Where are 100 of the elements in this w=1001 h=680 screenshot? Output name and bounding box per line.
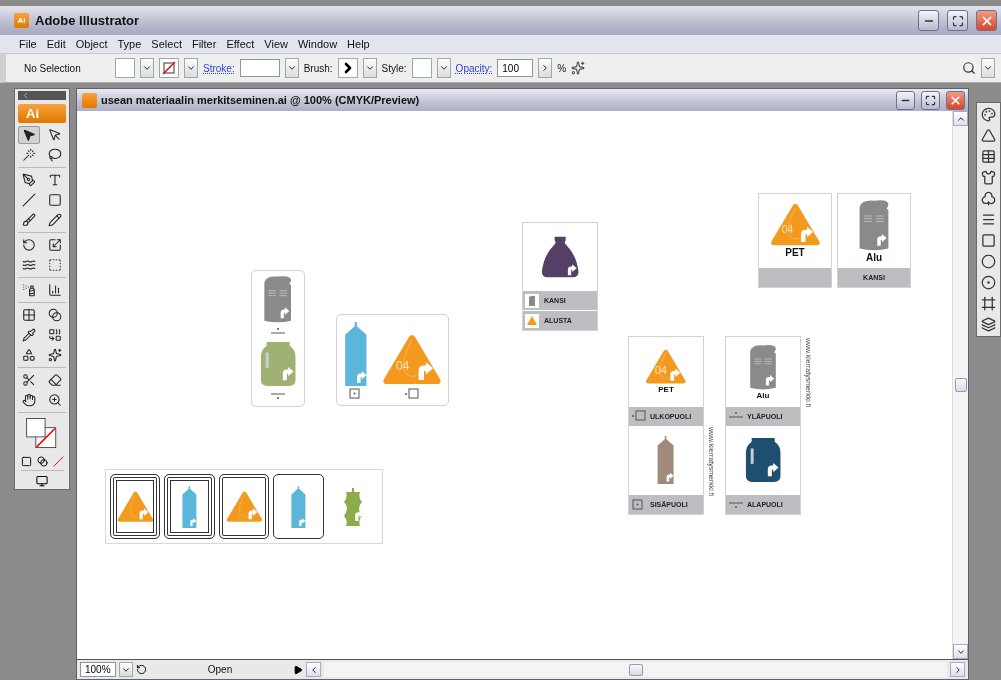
shapes-icon	[22, 347, 36, 362]
triangle-drawing: 04	[382, 334, 443, 386]
scroll-thumb[interactable]	[954, 378, 967, 392]
hand-icon	[22, 392, 36, 407]
arrow-icon	[22, 127, 36, 142]
square-icon[interactable]	[981, 233, 996, 248]
layers-icon[interactable]	[981, 317, 996, 332]
minimize-button[interactable]	[918, 10, 939, 31]
caret-icon	[438, 63, 449, 73]
scroll-thumb[interactable]	[628, 663, 643, 676]
selection-text: No Selection	[24, 62, 82, 74]
carton-drawing	[181, 485, 198, 528]
opacity-link[interactable]: Opacity:	[455, 62, 493, 74]
can-icon	[525, 293, 541, 308]
arrow-button[interactable]	[538, 58, 553, 78]
document-title: usean materiaalin merkitseminen.ai @ 100% (CMYK/Preview)	[101, 94, 421, 106]
zoom-field[interactable]: 100%	[80, 662, 116, 677]
carton-drawing	[656, 435, 676, 484]
screen-mode-icon[interactable]	[34, 474, 50, 487]
status-text: Open	[206, 664, 234, 675]
gradient-icon	[48, 307, 62, 322]
window-title: Adobe Illustrator	[35, 13, 140, 28]
sack-drawing	[539, 234, 581, 279]
menu-item[interactable]: Select	[146, 38, 187, 50]
rotate-icon[interactable]	[136, 664, 147, 675]
horizontal-scrollbar[interactable]	[324, 662, 947, 677]
blend-icon	[48, 327, 62, 342]
zoom-icon	[48, 392, 62, 407]
menu-item[interactable]: Edit	[41, 38, 71, 50]
maximize-button[interactable]	[947, 10, 968, 31]
square-icon	[404, 387, 421, 401]
bridge-icon[interactable]	[962, 61, 976, 75]
caret-icon	[142, 63, 152, 73]
hollow-arrow-icon	[48, 127, 62, 142]
dashed-square-icon	[48, 257, 62, 272]
style-swatch[interactable]	[411, 58, 432, 78]
scroll-left-button[interactable]	[306, 662, 321, 677]
triangle-drawing: 04	[645, 348, 687, 385]
shirt-icon[interactable]	[981, 170, 996, 185]
sparkle-icon	[48, 347, 62, 362]
tag-bar	[759, 268, 831, 287]
eraser-icon	[48, 372, 62, 387]
palette-icon[interactable]	[981, 107, 996, 122]
close-button[interactable]	[946, 90, 965, 110]
scissors-icon	[22, 372, 36, 387]
line-icon	[22, 192, 36, 207]
triangle-drawing: 04	[769, 203, 821, 247]
carton-drawing	[290, 485, 307, 528]
close-button[interactable]	[976, 10, 997, 31]
menu-item[interactable]: File	[14, 38, 42, 50]
menu-item[interactable]: View	[259, 38, 293, 50]
club-icon[interactable]	[981, 191, 996, 206]
opacity-field[interactable]: 100	[497, 59, 534, 77]
collapse-icon[interactable]	[21, 91, 30, 101]
type-icon	[48, 172, 62, 187]
jar-drawing	[743, 435, 783, 484]
minimize-button[interactable]	[896, 90, 915, 110]
file-icon	[82, 92, 97, 108]
menu-item[interactable]: Effect	[221, 38, 260, 50]
scroll-down-button[interactable]	[953, 644, 968, 659]
brush-icon	[22, 212, 36, 227]
select-similar-icon[interactable]	[571, 61, 586, 75]
maximize-button[interactable]	[921, 90, 940, 110]
swatch-grid-icon[interactable]	[981, 149, 996, 164]
spray-can-icon	[22, 282, 36, 297]
pencil-icon	[48, 212, 62, 227]
scroll-up-button[interactable]	[953, 111, 968, 126]
square-icon	[631, 409, 647, 423]
eyedropper-icon	[22, 327, 36, 342]
play-icon[interactable]	[293, 664, 303, 675]
caret-icon	[286, 63, 297, 73]
percent-sign: %	[557, 62, 567, 74]
scroll-right-button[interactable]	[950, 662, 965, 677]
tool-button[interactable]	[18, 125, 40, 144]
stroke-link[interactable]: Stroke:	[203, 62, 235, 74]
target-icon[interactable]	[981, 275, 996, 290]
menu-item[interactable]: Filter	[186, 38, 222, 50]
vertical-scrollbar[interactable]	[952, 111, 968, 659]
bar-chart-icon	[48, 282, 62, 297]
stroke-swatch[interactable]	[159, 58, 179, 78]
pen-icon	[22, 172, 36, 187]
gradient-mode-icon[interactable]	[36, 455, 48, 467]
menu-item[interactable]: Type	[112, 38, 147, 50]
circle-icon[interactable]	[981, 254, 996, 269]
menu-item[interactable]: Help	[342, 38, 375, 50]
frame-icon[interactable]	[981, 296, 996, 311]
lines-icon[interactable]	[981, 212, 996, 227]
carton-drawing	[342, 322, 369, 386]
app-logo: Ai	[14, 13, 29, 28]
warp-icon	[22, 257, 36, 272]
color-mode-icon[interactable]	[20, 455, 32, 467]
caret-icon	[983, 63, 993, 73]
menu-item[interactable]: Object	[70, 38, 113, 50]
grid-icon	[22, 307, 36, 322]
fill-swatch[interactable]	[115, 58, 135, 78]
triangle-icon[interactable]	[981, 128, 996, 143]
menu-item[interactable]: Window	[293, 38, 343, 50]
brush-swatch[interactable]	[337, 58, 358, 78]
triangle-drawing	[225, 490, 263, 523]
none-mode-icon[interactable]	[52, 455, 64, 467]
